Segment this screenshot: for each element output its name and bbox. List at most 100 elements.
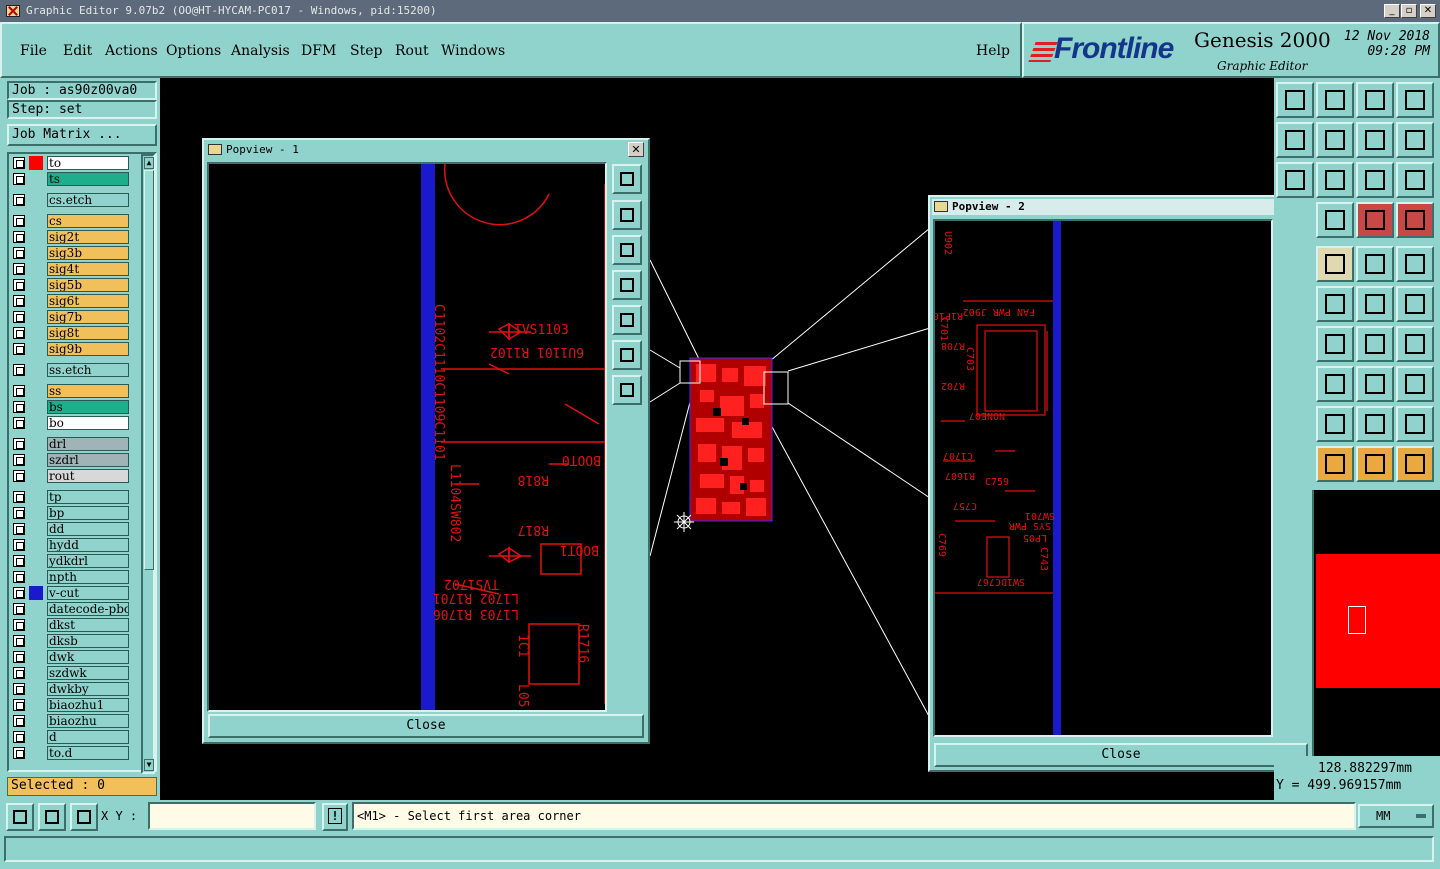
close-window-button[interactable]: ✕ <box>1420 4 1436 18</box>
popview-zoom-out-button[interactable] <box>612 375 642 405</box>
layer-row-sig4t[interactable]: sig4t <box>13 262 131 276</box>
layer-row-drl[interactable]: drl <box>13 437 131 451</box>
layer-row-to[interactable]: to <box>13 156 131 170</box>
menu-rout[interactable]: Rout <box>395 43 429 59</box>
layer-name[interactable]: dksb <box>47 634 129 648</box>
layer-checkbox[interactable] <box>13 231 25 243</box>
ruler-button[interactable] <box>1356 246 1394 282</box>
popview-fit-button[interactable] <box>612 164 642 194</box>
layer-name[interactable]: ts <box>47 172 129 186</box>
layer-checkbox[interactable] <box>13 715 25 727</box>
layer-name[interactable]: v-cut <box>47 586 129 600</box>
layer-row-npth[interactable]: npth <box>13 570 131 584</box>
layer-name[interactable]: datecode-pbc <box>47 602 129 616</box>
snap-alt-button[interactable] <box>1396 202 1434 238</box>
move-point-button[interactable] <box>1356 286 1394 322</box>
layer-name[interactable]: cs.etch <box>47 193 129 207</box>
pan-right-button[interactable] <box>1316 122 1354 158</box>
layer-name[interactable]: sig3b <box>47 246 129 260</box>
popview-1-viewport[interactable]: C1102C1110C1109C1101 TVS1103 6U1101 R110… <box>207 162 607 712</box>
snap-mode-button[interactable] <box>6 803 34 831</box>
trace-alt-button[interactable] <box>1356 406 1394 442</box>
layer-checkbox[interactable] <box>13 470 25 482</box>
add-pad-button[interactable] <box>1356 366 1394 402</box>
layer-row-sig7b[interactable]: sig7b <box>13 310 131 324</box>
layer-name[interactable]: tp <box>47 490 129 504</box>
redraw-button[interactable] <box>1396 122 1434 158</box>
scroll-down-arrow-icon[interactable]: ▼ <box>144 759 154 771</box>
overview-map[interactable] <box>1316 490 1440 756</box>
layer-name[interactable]: szdrl <box>47 453 129 467</box>
popview-1-close-x-button[interactable]: ✕ <box>628 142 644 157</box>
snap-button[interactable] <box>1356 202 1394 238</box>
layer-name[interactable]: dwkby <box>47 682 129 696</box>
layer-checkbox[interactable] <box>13 571 25 583</box>
layer-row-cs.etch[interactable]: cs.etch <box>13 193 131 207</box>
scale-1-to-2-button[interactable] <box>1356 162 1394 198</box>
menu-step[interactable]: Step <box>350 43 382 59</box>
layer-row-sig2t[interactable]: sig2t <box>13 230 131 244</box>
open-step-button[interactable] <box>1276 82 1314 118</box>
trace-button[interactable] <box>1316 406 1354 442</box>
overview-viewport-box[interactable] <box>1348 606 1366 634</box>
menu-windows[interactable]: Windows <box>441 43 505 59</box>
layer-name[interactable]: biaozhu1 <box>47 698 129 712</box>
layer-row-bs[interactable]: bs <box>13 400 131 414</box>
layer-checkbox[interactable] <box>13 523 25 535</box>
popview-pan-down-button[interactable] <box>612 235 642 265</box>
layer-checkbox[interactable] <box>13 327 25 339</box>
window-button[interactable] <box>1396 82 1434 118</box>
pan-left-button[interactable] <box>1276 122 1314 158</box>
layer-row-to.d[interactable]: to.d <box>13 746 131 760</box>
menu-analysis[interactable]: Analysis <box>231 43 290 59</box>
layer-checkbox[interactable] <box>13 401 25 413</box>
layer-row-dd[interactable]: dd <box>13 522 131 536</box>
popview-pan-up-button[interactable] <box>612 200 642 230</box>
layer-name[interactable]: ydkdrl <box>47 554 129 568</box>
add-line-button[interactable] <box>1316 326 1354 362</box>
trace-area-button[interactable] <box>1396 406 1434 442</box>
layer-name[interactable]: npth <box>47 570 129 584</box>
layer-checkbox[interactable] <box>13 587 25 599</box>
layer-row-szdrl[interactable]: szdrl <box>13 453 131 467</box>
layer-name[interactable]: ss.etch <box>47 363 129 377</box>
layer-row-sig5b[interactable]: sig5b <box>13 278 131 292</box>
menu-help[interactable]: Help <box>976 43 1010 59</box>
minimize-button[interactable]: _ <box>1384 4 1400 18</box>
layer-row-sig8t[interactable]: sig8t <box>13 326 131 340</box>
layer-row-sig6t[interactable]: sig6t <box>13 294 131 308</box>
layer-row-hydd[interactable]: hydd <box>13 538 131 552</box>
popview-1-close-button[interactable]: Close <box>208 714 644 738</box>
save-button[interactable] <box>1316 82 1354 118</box>
layer-name[interactable]: bs <box>47 400 129 414</box>
popview-pan-right-button[interactable] <box>612 305 642 335</box>
angle-mode-button[interactable] <box>38 803 66 831</box>
scroll-thumb[interactable] <box>144 170 154 570</box>
layer-name[interactable]: sig6t <box>47 294 129 308</box>
layer-name[interactable]: sig9b <box>47 342 129 356</box>
layer-name[interactable]: to.d <box>47 746 129 760</box>
layer-checkbox[interactable] <box>13 263 25 275</box>
layer-name[interactable]: dkst <box>47 618 129 632</box>
menu-actions[interactable]: Actions <box>105 43 158 59</box>
layer-name[interactable]: sig4t <box>47 262 129 276</box>
layer-name[interactable]: dd <box>47 522 129 536</box>
grid-mode-button[interactable] <box>70 803 98 831</box>
layer-row-biaozhu1[interactable]: biaozhu1 <box>13 698 131 712</box>
layer-row-d[interactable]: d <box>13 730 131 744</box>
layer-checkbox[interactable] <box>13 194 25 206</box>
grid-button[interactable] <box>1316 202 1354 238</box>
layer-checkbox[interactable] <box>13 343 25 355</box>
layer-checkbox[interactable] <box>13 215 25 227</box>
menu-dfm[interactable]: DFM <box>301 43 336 59</box>
layer-row-biaozhu[interactable]: biaozhu <box>13 714 131 728</box>
layer-row-datecode-pbc[interactable]: datecode-pbc <box>13 602 131 616</box>
layer-checkbox[interactable] <box>13 619 25 631</box>
layer-name[interactable]: szdwk <box>47 666 129 680</box>
zoom-area-button[interactable] <box>1316 162 1354 198</box>
popview-2-viewport[interactable]: U902 R1P109 C701 FAN PWR J902 R708 C703 … <box>933 219 1273 737</box>
layer-name[interactable]: cs <box>47 214 129 228</box>
layer-checkbox[interactable] <box>13 311 25 323</box>
layer-row-ss[interactable]: ss <box>13 384 131 398</box>
popview-2-close-button[interactable]: Close <box>934 743 1308 767</box>
